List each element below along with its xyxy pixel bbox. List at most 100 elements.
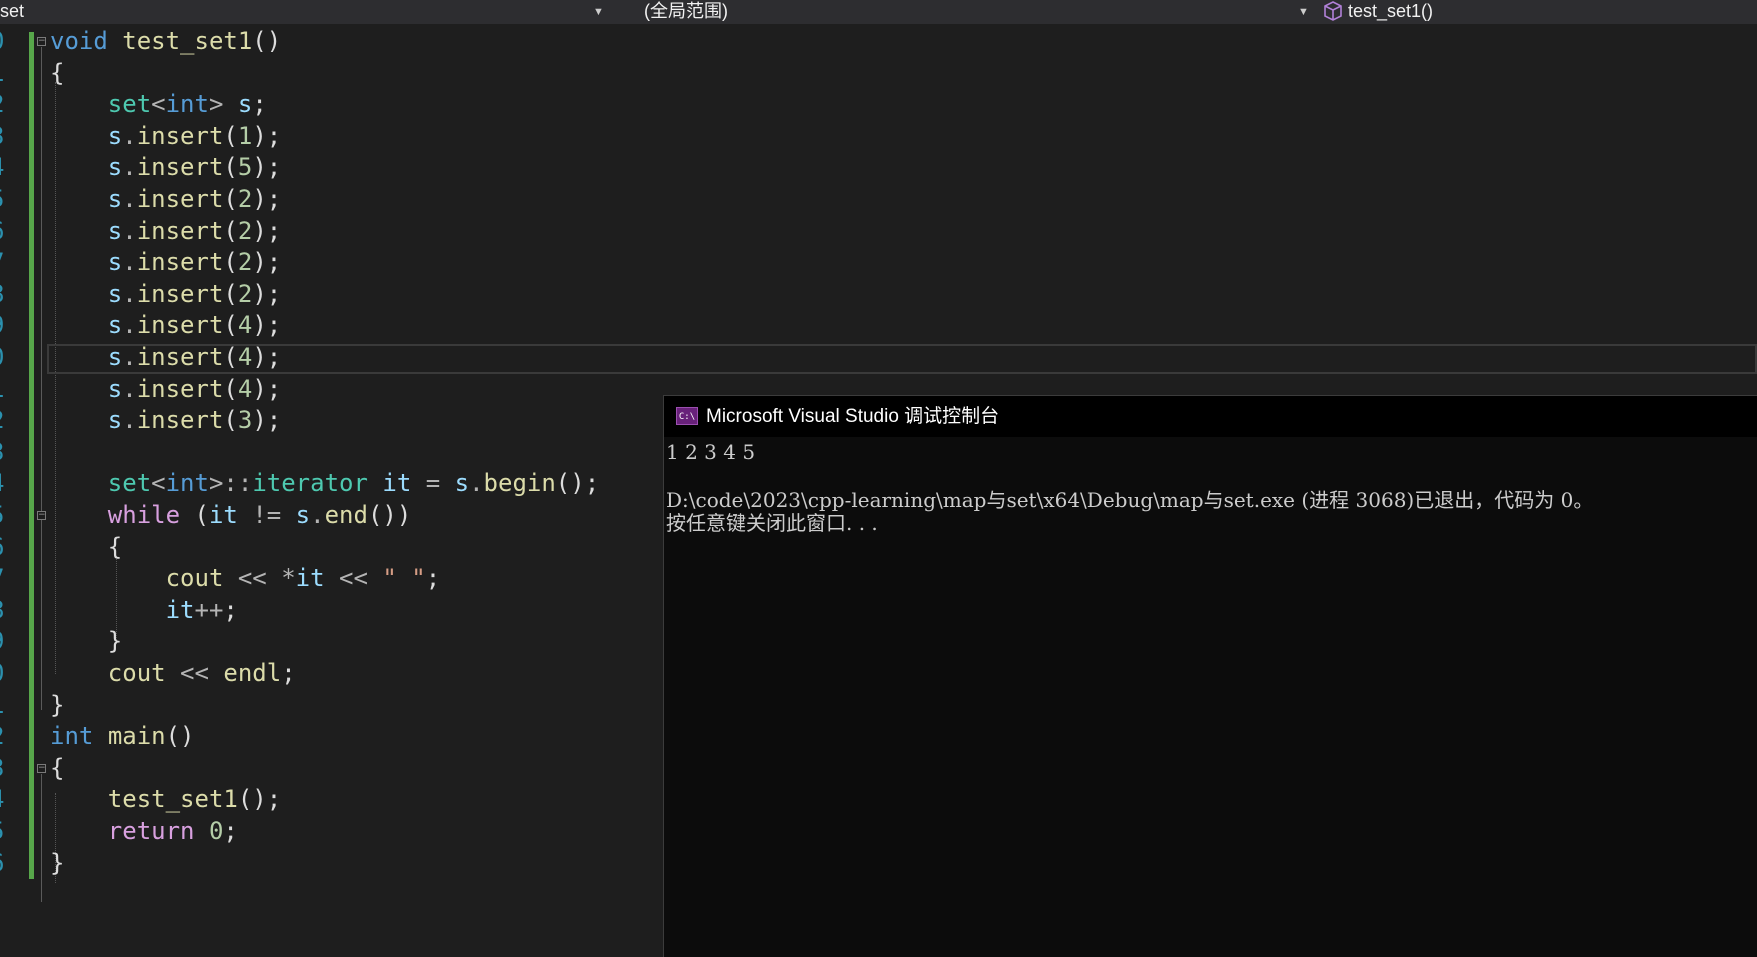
code-line[interactable]: s.insert(4); bbox=[50, 342, 281, 374]
line-number: 5 bbox=[0, 500, 4, 532]
code-token: () bbox=[252, 27, 282, 55]
collapse-icon[interactable]: − bbox=[37, 764, 46, 773]
line-number: 3 bbox=[0, 121, 4, 153]
code-token: ); bbox=[252, 121, 282, 150]
code-token: ( bbox=[223, 153, 238, 182]
code-line[interactable]: s.insert(2); bbox=[50, 247, 281, 279]
line-number: 1 bbox=[0, 58, 4, 90]
code-line[interactable]: int main() bbox=[50, 721, 195, 753]
code-token: ); bbox=[252, 185, 282, 213]
code-line[interactable]: s.insert(2); bbox=[50, 184, 281, 216]
code-token: 1 bbox=[237, 121, 253, 150]
code-token: it bbox=[382, 469, 412, 498]
code-line[interactable]: s.insert(4); bbox=[50, 374, 281, 406]
code-token: set bbox=[107, 469, 152, 498]
collapse-icon[interactable]: − bbox=[37, 37, 46, 46]
navigation-bar: set ▼ (全局范围) ▼ test_set1() bbox=[0, 0, 1757, 24]
code-token: ( bbox=[223, 279, 238, 308]
code-token: ; bbox=[281, 659, 296, 687]
code-token: { bbox=[50, 753, 65, 782]
code-line[interactable]: s.insert(1); bbox=[50, 121, 281, 153]
code-token: () bbox=[165, 722, 195, 751]
project-dropdown[interactable]: set ▼ bbox=[0, 0, 612, 24]
code-token: s bbox=[107, 248, 123, 277]
code-token: ( bbox=[223, 343, 238, 371]
console-title: Microsoft Visual Studio 调试控制台 bbox=[706, 406, 1000, 427]
code-line[interactable]: cout << *it << " "; bbox=[50, 563, 441, 595]
code-line[interactable]: set<int>::iterator it = s.begin(); bbox=[50, 468, 599, 500]
code-token: . bbox=[122, 343, 137, 371]
code-token: ( bbox=[223, 216, 238, 245]
code-line[interactable]: { bbox=[50, 58, 64, 90]
code-token: . bbox=[122, 311, 137, 340]
code-token: insert bbox=[136, 406, 224, 435]
chevron-down-icon[interactable]: ▼ bbox=[1298, 1, 1309, 23]
code-token: != bbox=[252, 501, 282, 529]
debug-console-window[interactable]: C:\ Microsoft Visual Studio 调试控制台 1 2 3 … bbox=[663, 395, 1757, 957]
code-token: ); bbox=[252, 248, 282, 277]
code-line[interactable]: s.insert(2); bbox=[50, 279, 281, 311]
code-token: insert bbox=[136, 248, 224, 277]
chevron-down-icon[interactable]: ▼ bbox=[593, 1, 604, 23]
member-dropdown-label: test_set1() bbox=[1348, 1, 1434, 21]
scope-dropdown[interactable]: (全局范围) ▼ bbox=[620, 0, 1311, 24]
code-token: 2 bbox=[237, 185, 253, 213]
code-line[interactable]: it++; bbox=[50, 595, 238, 627]
code-token: * bbox=[281, 564, 296, 593]
code-token: << bbox=[180, 659, 209, 687]
code-token: endl bbox=[223, 659, 282, 687]
code-line[interactable]: void test_set1() bbox=[50, 26, 281, 58]
code-line[interactable]: test_set1(); bbox=[50, 784, 281, 816]
code-token: ( bbox=[223, 248, 238, 277]
code-line[interactable]: return 0; bbox=[50, 816, 238, 848]
code-token: ( bbox=[223, 406, 238, 435]
outline-line bbox=[41, 521, 42, 635]
code-token: s bbox=[107, 216, 123, 245]
code-line[interactable]: } bbox=[50, 626, 122, 658]
code-token: } bbox=[50, 690, 65, 719]
code-line[interactable]: s.insert(5); bbox=[50, 152, 281, 184]
code-token: . bbox=[122, 185, 137, 213]
code-line[interactable]: s.insert(3); bbox=[50, 405, 281, 437]
code-line[interactable]: s.insert(4); bbox=[50, 310, 281, 342]
code-token: { bbox=[50, 58, 65, 87]
line-number: 3 bbox=[0, 437, 4, 469]
line-number: 3 bbox=[0, 753, 4, 785]
code-token: < bbox=[151, 90, 166, 119]
code-token: test_set1 bbox=[107, 785, 238, 814]
line-number: 6 bbox=[0, 216, 4, 248]
code-line[interactable]: { bbox=[50, 532, 122, 564]
line-number: 6 bbox=[0, 848, 4, 880]
code-line[interactable]: while (it != s.end()) bbox=[50, 500, 412, 532]
code-line[interactable]: } bbox=[50, 848, 64, 880]
code-token: cout bbox=[107, 659, 166, 687]
code-token: void bbox=[50, 27, 108, 55]
code-token: insert bbox=[136, 374, 224, 403]
code-line[interactable]: set<int> s; bbox=[50, 89, 267, 121]
code-line[interactable]: { bbox=[50, 753, 64, 785]
code-line[interactable]: cout << endl; bbox=[50, 658, 296, 690]
collapse-icon[interactable]: − bbox=[37, 511, 46, 520]
code-token: >:: bbox=[208, 469, 253, 498]
method-cube-icon bbox=[1324, 1, 1342, 21]
console-title-bar[interactable]: C:\ Microsoft Visual Studio 调试控制台 bbox=[664, 396, 1757, 437]
code-line[interactable]: } bbox=[50, 690, 64, 722]
code-token: . bbox=[310, 501, 325, 529]
console-output[interactable]: 1 2 3 4 5 D:\code\2023\cpp-learning\map与… bbox=[666, 440, 1593, 560]
code-line[interactable]: s.insert(2); bbox=[50, 216, 281, 248]
member-dropdown[interactable]: test_set1() bbox=[1318, 0, 1757, 24]
line-number: 1 bbox=[0, 690, 4, 722]
